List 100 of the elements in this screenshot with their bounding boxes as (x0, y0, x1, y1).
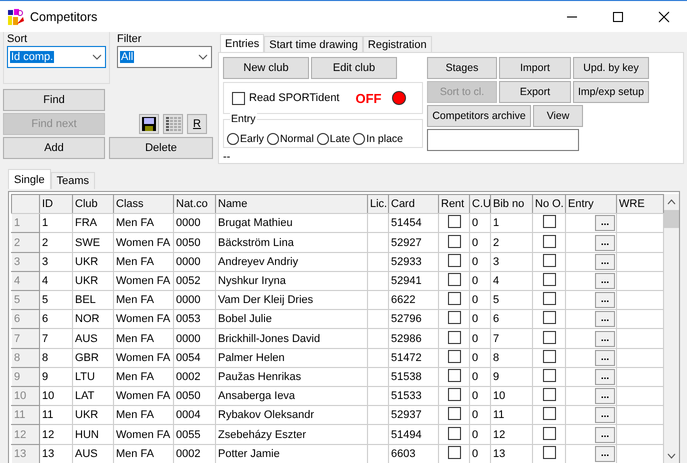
tab[interactable]: Registration (362, 36, 432, 52)
table-cell: 0 (470, 367, 490, 387)
table-cell: 0 (470, 252, 490, 272)
club-button[interactable]: Edit club (311, 57, 397, 79)
table-cell: 52933 (388, 252, 438, 272)
table-cell: 4 (40, 271, 72, 291)
table-cell: 5 (40, 290, 72, 310)
ellipsis-button[interactable]: ... (595, 426, 615, 443)
table-cell: 7 (40, 328, 72, 348)
status-label: OFF (356, 90, 382, 106)
table-cell: 0000 (174, 214, 216, 233)
column-header[interactable]: Rent (438, 194, 470, 214)
ellipsis-button[interactable]: ... (595, 234, 615, 250)
ellipsis-button[interactable]: ... (595, 350, 615, 366)
ellipsis-button[interactable]: ... (595, 254, 615, 270)
table-cell: 6 (490, 310, 532, 329)
table-cell: Men FA (114, 252, 174, 272)
table-cell: 10 (490, 386, 532, 406)
column-header[interactable]: Card (388, 194, 438, 214)
table-cell: 0 (470, 348, 490, 368)
action-button[interactable]: Import (499, 57, 571, 79)
action-button[interactable]: Competitors archive (427, 105, 531, 127)
table-cell: 0 (470, 310, 490, 329)
ellipsis-button[interactable]: ... (595, 215, 615, 232)
table-cell: 51494 (388, 424, 438, 444)
column-header[interactable]: Bib no (490, 194, 532, 214)
table-cell: 8 (490, 348, 532, 368)
table-cell: Men FA (114, 406, 174, 425)
group-label: Entry (230, 113, 257, 125)
tab[interactable]: Start time drawing (264, 36, 363, 52)
radio-label: In place (366, 133, 403, 145)
table-cell: 51538 (388, 367, 438, 387)
table-cell: LTU (72, 367, 114, 387)
find-button[interactable]: Find (3, 89, 105, 111)
table-cell: 2 (490, 232, 532, 252)
table-cell: 3 (490, 252, 532, 272)
column-header[interactable]: Lic. (368, 194, 388, 214)
ellipsis-button[interactable]: ... (595, 388, 615, 404)
table-cell: Men FA (114, 444, 174, 463)
column-header[interactable]: ID (40, 194, 72, 214)
table-cell: Bobel Julie (216, 310, 368, 329)
table-cell: 1 (490, 214, 532, 233)
table-cell: Men FA (114, 214, 174, 233)
delete-button[interactable]: Delete (109, 137, 213, 159)
table-cell: Andreyev Andriy (216, 252, 368, 272)
table-cell: 0055 (174, 424, 216, 444)
filter-dropdown[interactable]: All (116, 46, 212, 68)
table-cell: UKR (72, 406, 114, 425)
table-cell: 9 (40, 367, 72, 387)
ellipsis-button[interactable]: ... (595, 292, 615, 308)
table-cell: 12 (490, 424, 532, 444)
report-button[interactable]: R (187, 114, 207, 134)
action-button[interactable]: Imp/exp setup (573, 81, 649, 103)
column-header[interactable]: Name (216, 194, 368, 214)
club-button[interactable]: New club (223, 57, 309, 79)
tab[interactable]: Entries (220, 34, 264, 52)
add-button[interactable]: Add (3, 137, 105, 159)
table-cell: 10 (40, 386, 72, 406)
table-cell: 0000 (174, 252, 216, 272)
table-cell: Women FA (114, 424, 174, 444)
column-header[interactable]: Club (72, 194, 114, 214)
table-cell: Ansaberga Ieva (216, 386, 368, 406)
column-header[interactable]: Class (114, 194, 174, 214)
table-cell: GBR (72, 348, 114, 368)
table-cell: Palmer Helen (216, 348, 368, 368)
column-header[interactable]: No O. (532, 194, 566, 214)
tab[interactable]: Teams (50, 172, 95, 189)
table-cell: 0002 (174, 367, 216, 387)
table-cell: 6622 (388, 290, 438, 310)
column-header[interactable]: Entry (566, 194, 616, 214)
column-header[interactable]: Nat.co (174, 194, 216, 214)
action-button[interactable]: Stages (427, 57, 497, 79)
sort-dropdown[interactable]: Id comp. (7, 46, 106, 68)
table-cell: 7 (490, 328, 532, 348)
table-cell: 13 (490, 444, 532, 463)
action-button[interactable]: Export (499, 81, 571, 103)
ellipsis-button[interactable]: ... (595, 311, 615, 328)
table-cell: UKR (72, 271, 114, 291)
tab[interactable]: Single (8, 169, 51, 189)
table-cell: 0002 (174, 444, 216, 463)
column-header[interactable]: WRE (616, 194, 664, 214)
ellipsis-button[interactable]: ... (595, 368, 615, 385)
field-label: Filter (116, 33, 142, 45)
radio-label: Early (240, 133, 264, 145)
table-cell: FRA (72, 214, 114, 233)
table-cell: 5 (490, 290, 532, 310)
action-button[interactable]: Upd. by key (573, 57, 649, 79)
ellipsis-button[interactable]: ... (595, 272, 615, 289)
table-cell: 0000 (174, 328, 216, 348)
table-cell: 0000 (174, 290, 216, 310)
table-cell: Women FA (114, 232, 174, 252)
ellipsis-button[interactable]: ... (595, 446, 615, 462)
table-cell: 52937 (388, 406, 438, 425)
ellipsis-button[interactable]: ... (595, 407, 615, 424)
action-button[interactable]: View (533, 105, 583, 127)
table-cell: 2 (40, 232, 72, 252)
checkbox-label: Read SPORTident (249, 92, 340, 104)
table-cell: 6603 (388, 444, 438, 463)
radio-label: Normal (280, 133, 314, 145)
ellipsis-button[interactable]: ... (595, 330, 615, 347)
